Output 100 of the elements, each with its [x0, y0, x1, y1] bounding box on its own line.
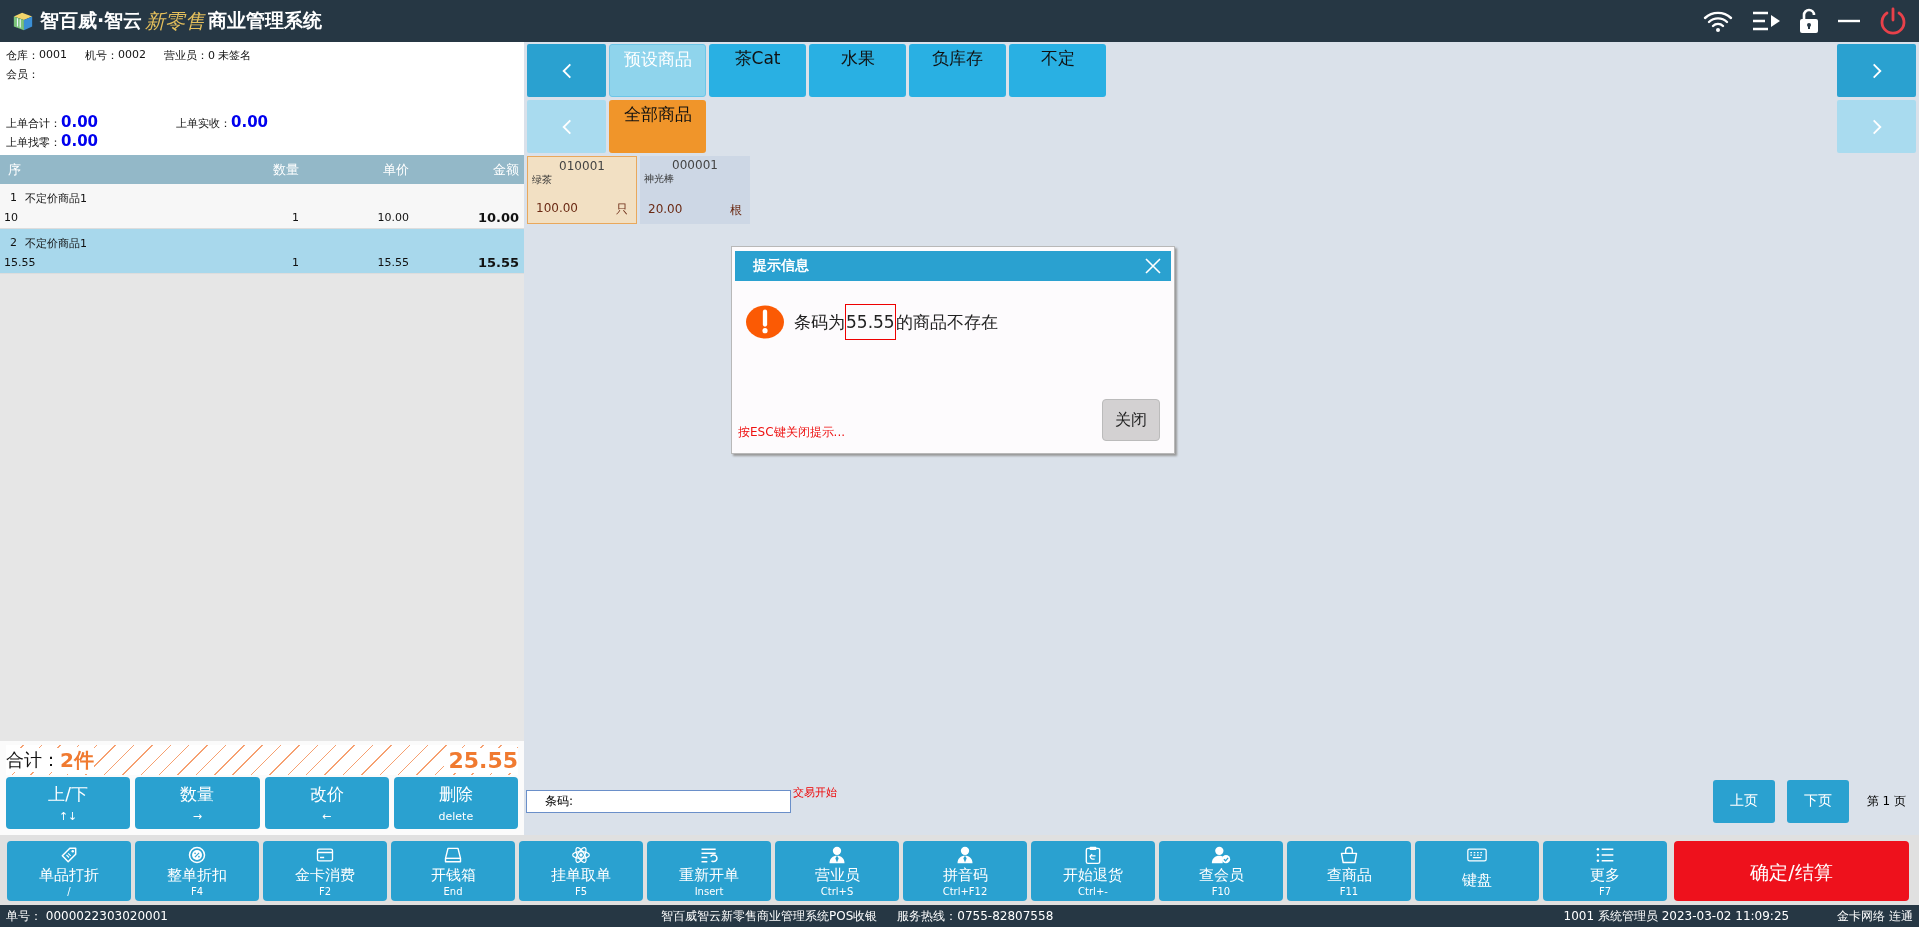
product-price: 20.00 — [648, 202, 683, 218]
hint-text: 按ESC键关闭提示... — [738, 424, 846, 441]
action-button[interactable]: 上/下 ↑↓ — [6, 777, 131, 829]
next-page-button[interactable]: 下页 — [1786, 779, 1849, 823]
power-icon[interactable] — [1879, 7, 1907, 35]
column-header: 序 — [7, 160, 22, 179]
action-button[interactable]: 改价 ← — [264, 777, 389, 829]
total-label: 合计： — [6, 748, 60, 772]
toolbar-button[interactable]: 金卡消费 F2 — [263, 841, 387, 901]
product-unit: 只 — [616, 201, 628, 218]
toolbar-button[interactable]: 挂单取单 F5 — [519, 841, 643, 901]
basket-icon — [1339, 845, 1359, 865]
toolbar-button[interactable]: 查商品 F11 — [1287, 841, 1411, 901]
person-check-icon — [1211, 845, 1231, 865]
table-row[interactable]: 2 不定价商品1 15.55 1 15.55 15.55 — [0, 229, 524, 274]
field-value: 0.00 — [61, 113, 98, 131]
status-text: 交易开始 — [793, 785, 837, 800]
field-label: 仓库： — [6, 48, 39, 63]
barcode-field[interactable]: 条码: — [526, 789, 791, 813]
category-tab[interactable]: 负库存 — [909, 44, 1006, 97]
product-card[interactable]: 000001 神光棒 20.00 根 — [640, 156, 750, 224]
lock-icon[interactable] — [1799, 8, 1819, 34]
category-tab[interactable]: 水果 — [809, 44, 906, 97]
category-tab[interactable]: 茶Cat — [709, 44, 806, 97]
toolbar-button[interactable]: 更多 F7 — [1543, 841, 1667, 901]
previous-page-button[interactable]: 上页 — [1712, 779, 1775, 823]
wifi-icon — [1703, 9, 1733, 33]
toolbar-button[interactable]: 键盘 — [1415, 841, 1539, 901]
item-count: 2件 — [60, 746, 94, 774]
table-row[interactable]: 1 不定价商品1 10 1 10.00 10.00 — [0, 184, 524, 229]
person-icon — [955, 845, 975, 865]
column-header: 单价 — [382, 160, 410, 179]
field-label: 上单合计： — [6, 116, 61, 131]
warning-icon — [746, 305, 784, 340]
row-index: 1 — [10, 191, 17, 206]
table-cell-text: 15.55 — [376, 255, 410, 269]
close-button[interactable]: 关闭 — [1102, 399, 1160, 441]
order-number: 单号： 0000022303020001 — [6, 907, 169, 925]
total-amount: 25.55 — [444, 747, 518, 773]
toolbar-button[interactable]: 开钱箱 End — [391, 841, 515, 901]
person-icon — [827, 845, 847, 865]
column-header: 金额 — [492, 160, 520, 179]
app-subtitle: 商业管理系统 — [208, 8, 323, 33]
table-cell-text: 15.55 — [476, 254, 520, 270]
dialog-title: 提示信息 — [753, 257, 809, 275]
drawer-icon — [443, 845, 463, 865]
field-value: 0.00 — [231, 113, 268, 131]
table-cell-text: 10.00 — [376, 210, 410, 224]
dialog-message: 条码为55.55 的商品不存在 — [794, 304, 998, 341]
field-value: 0 未签名 — [208, 48, 252, 63]
logo-icon — [12, 10, 34, 32]
tag-icon — [59, 845, 79, 865]
system-name: 智百威智云新零售商业管理系统POS收银 — [661, 907, 878, 925]
list-icon — [1595, 845, 1615, 865]
list-refresh-icon — [699, 845, 719, 865]
table-cell-text: 1 — [291, 210, 300, 224]
category-tab[interactable]: 不定 — [1009, 44, 1106, 97]
item-name: 不定价商品1 — [25, 236, 87, 251]
product-name: 神光棒 — [644, 172, 675, 186]
toolbar-button[interactable]: 整单折扣 F4 — [135, 841, 259, 901]
network-status: 金卡网络 连通 — [1837, 907, 1913, 925]
action-button[interactable]: 删除 delete — [393, 777, 518, 829]
field-label: 机号： — [85, 48, 118, 63]
action-button[interactable]: 数量 → — [135, 777, 260, 829]
toolbar-button[interactable]: 营业员 Ctrl+S — [775, 841, 899, 901]
chevron-left-icon — [561, 117, 572, 136]
product-code: 000001 — [671, 158, 719, 172]
close-icon[interactable] — [1145, 258, 1161, 274]
product-card[interactable]: 010001 绿茶 100.00 只 — [527, 156, 637, 224]
field-value: 0002 — [118, 48, 146, 63]
table-cell-text: 10.00 — [476, 209, 520, 225]
percent-icon — [187, 845, 207, 865]
menu-play-icon[interactable] — [1751, 10, 1781, 32]
page-number: 第 1 页 — [1866, 792, 1906, 810]
chevron-left-icon — [561, 61, 572, 80]
chevron-right-icon — [1871, 61, 1882, 80]
field-label: 上单找零： — [6, 135, 61, 150]
user-datetime: 1001 系统管理员 2023-03-02 11:09:25 — [1563, 907, 1790, 925]
toolbar-button[interactable]: 单品打折 / — [7, 841, 131, 901]
field-label: 会员： — [6, 67, 39, 82]
table-cell-text: 15.55 — [3, 255, 37, 269]
product-price: 100.00 — [536, 201, 578, 217]
category-tab[interactable]: 预设商品 — [609, 44, 706, 97]
toolbar-button[interactable]: 拼音码 Ctrl+F12 — [903, 841, 1027, 901]
hotline-text: 服务热线：0755-82807558 — [897, 907, 1054, 925]
app-title: 智百威·智云 — [40, 8, 143, 33]
confirm-button[interactable]: 确定/结算 — [1674, 841, 1909, 901]
item-name: 不定价商品1 — [25, 191, 87, 206]
product-code: 010001 — [558, 159, 606, 173]
product-unit: 根 — [730, 202, 742, 219]
table-cell-text: 1 — [291, 255, 300, 269]
atom-icon — [571, 845, 591, 865]
field-value: 0001 — [39, 48, 67, 63]
toolbar-button[interactable]: 重新开单 Insert — [647, 841, 771, 901]
toolbar-button[interactable]: 开始退货 Ctrl+- — [1031, 841, 1155, 901]
clipboard-icon — [1083, 845, 1103, 865]
field-label: 条码: — [545, 792, 574, 810]
field-label: 上单实收： — [176, 116, 231, 131]
field-value: 0.00 — [61, 132, 98, 150]
toolbar-button[interactable]: 查会员 F10 — [1159, 841, 1283, 901]
